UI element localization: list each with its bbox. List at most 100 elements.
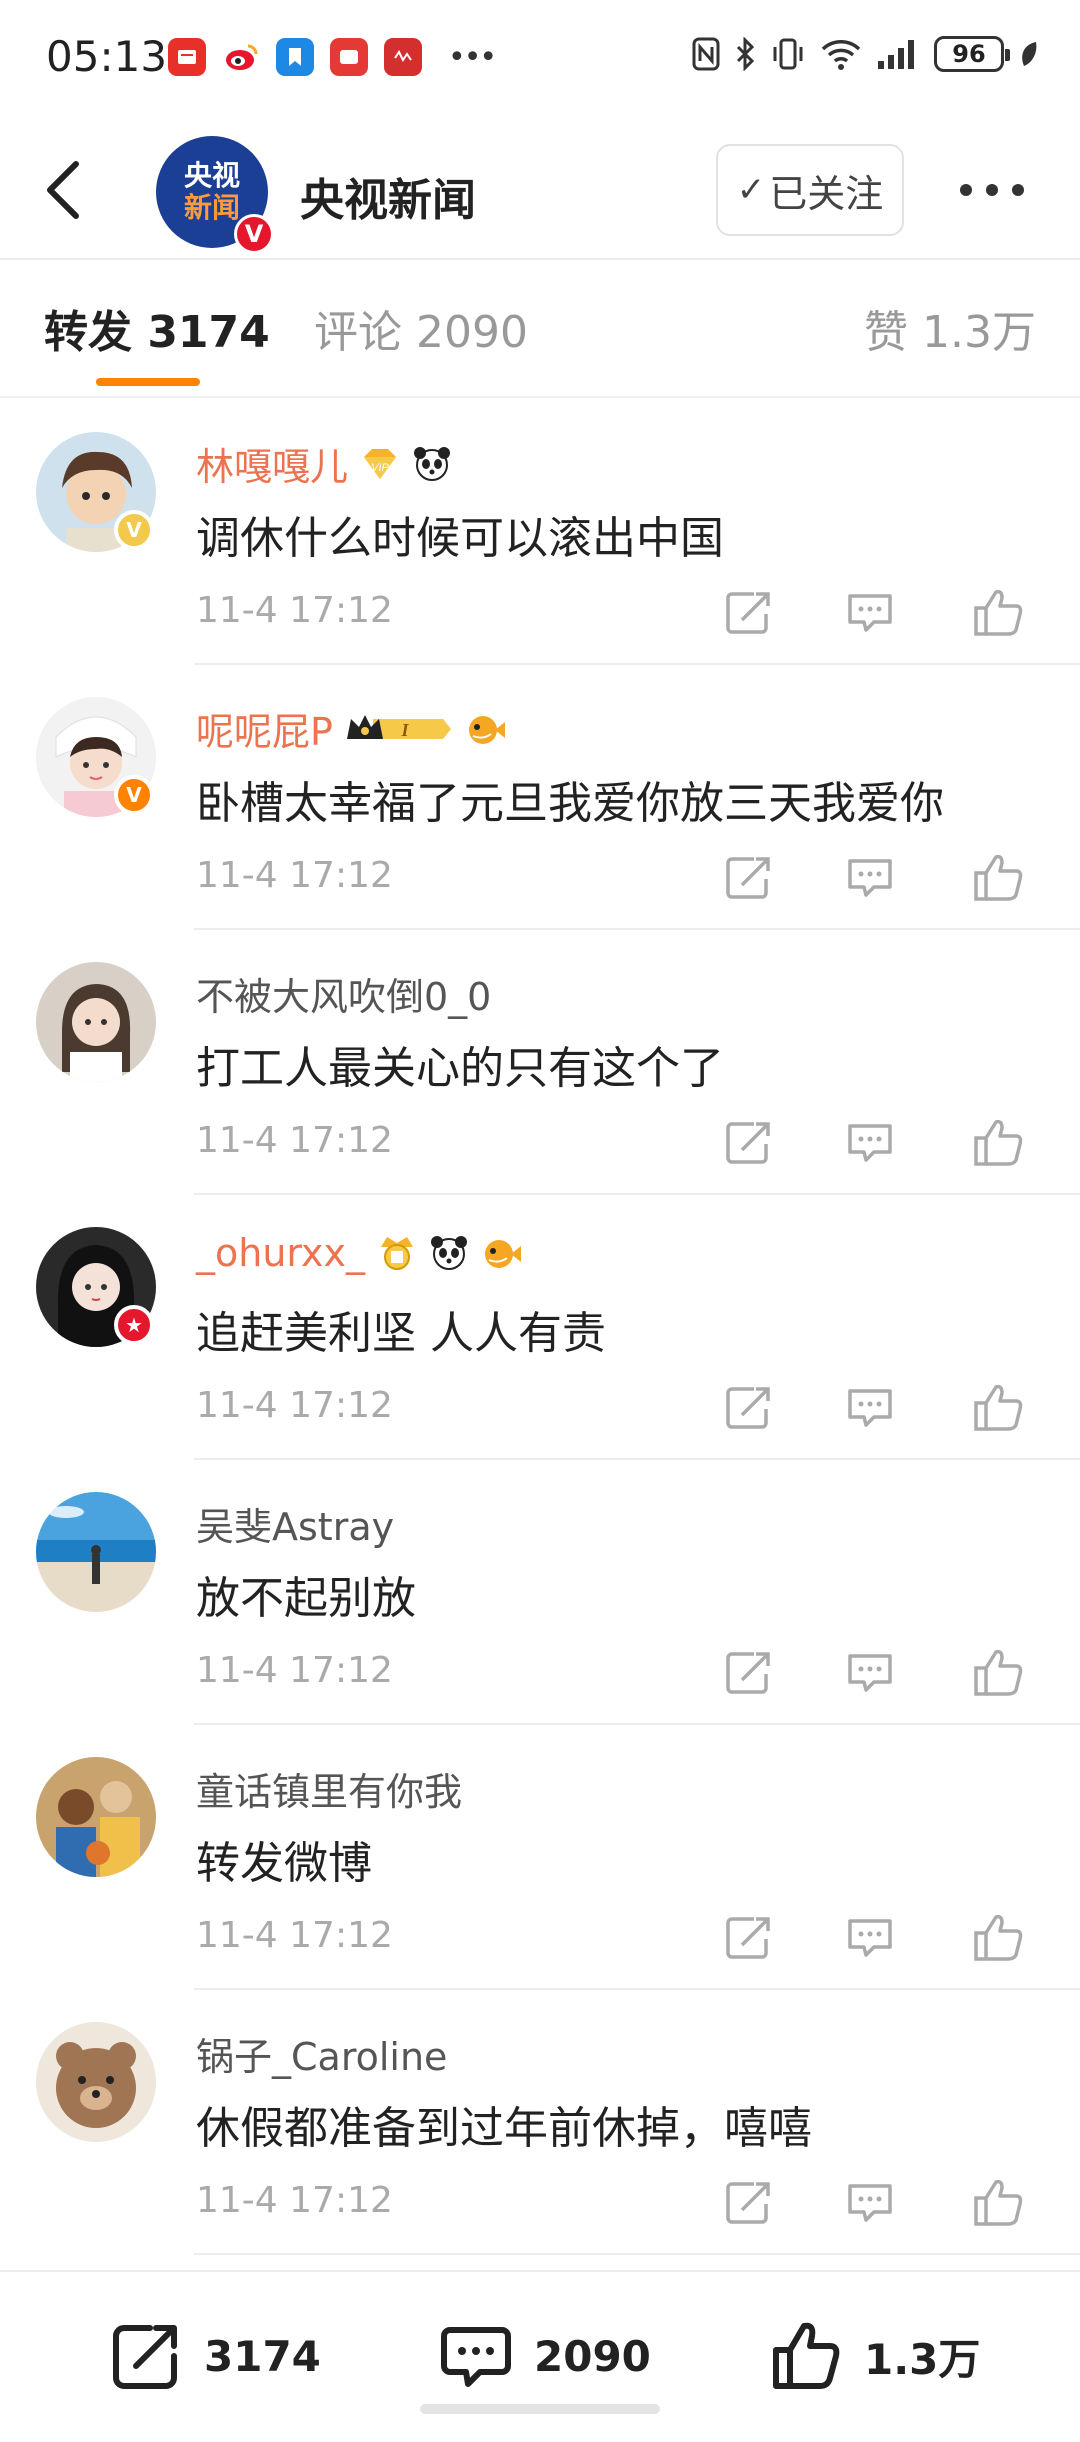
repost-username[interactable]: 锅子_Caroline	[196, 2026, 447, 2081]
share-button[interactable]	[720, 1644, 780, 1700]
avatar[interactable]	[36, 1757, 156, 1877]
username-text: 锅子_Caroline	[196, 2035, 448, 2079]
thumbs-up-icon	[773, 2322, 840, 2389]
comment-icon	[848, 2184, 892, 2222]
repost-username[interactable]: 童话镇里有你我	[196, 1761, 462, 1816]
repost-username[interactable]: 林嘎嘎儿 VIP	[196, 436, 452, 491]
wifi-icon	[821, 40, 861, 70]
repost-timestamp: 11-4 17:12	[196, 1385, 393, 1426]
header-divider	[0, 258, 1080, 260]
share-button[interactable]	[720, 2174, 780, 2230]
share-button[interactable]	[720, 1379, 780, 1435]
more-options-button[interactable]	[952, 160, 1032, 220]
share-button[interactable]	[720, 1909, 780, 1965]
avatar-logo-text-2: 新闻	[183, 191, 240, 224]
like-action-button[interactable]: 1.3万	[766, 2316, 980, 2396]
list-item: ★ _ohurxx_ 追赶美利坚 人人有责 11-4 17:12	[0, 1195, 1080, 1460]
pufferfish-icon	[479, 1234, 523, 1272]
follow-label: 已关注	[769, 171, 884, 216]
share-icon	[726, 2182, 770, 2224]
repost-text: 调休什么时候可以滚出中国	[196, 513, 724, 564]
thumbs-up-icon	[974, 1119, 1023, 1166]
like-button[interactable]	[968, 1909, 1028, 1965]
follow-button[interactable]: ✓ 已关注	[716, 144, 904, 236]
username-text: 呢呢屁P	[196, 710, 333, 754]
video-app-icon	[384, 38, 422, 76]
battery-indicator: 96	[934, 36, 1010, 72]
tabs-divider	[0, 396, 1080, 398]
repost-list: V 林嘎嘎儿 VIP 调休什么时候可以滚出中国 11-4 17:12 V 呢呢屁…	[0, 400, 1080, 2255]
comment-bubble-icon	[441, 2327, 511, 2387]
comment-action-button[interactable]: 2090	[436, 2316, 651, 2396]
repost-text: 休假都准备到过年前休掉，嘻嘻	[196, 2103, 812, 2154]
avatar[interactable]	[36, 962, 156, 1082]
repost-action-button[interactable]: 3174	[106, 2316, 321, 2396]
tab-reposts[interactable]: 转发 3174	[44, 296, 270, 360]
comment-button[interactable]	[840, 849, 900, 905]
repost-username[interactable]: _ohurxx_	[196, 1231, 523, 1275]
avatar[interactable]	[36, 2022, 156, 2142]
tab-likes[interactable]: 赞 1.3万	[864, 296, 1036, 360]
star-badge-icon: ★	[114, 1305, 154, 1345]
crown-medal-icon	[375, 1234, 419, 1272]
like-count: 1.3万	[864, 2334, 981, 2384]
vibrate-icon	[773, 38, 803, 70]
like-button[interactable]	[968, 584, 1028, 640]
crown-level-badge-icon: I	[343, 710, 453, 748]
list-item: 锅子_Caroline 休假都准备到过年前休掉，嘻嘻 11-4 17:12	[0, 1990, 1080, 2255]
home-indicator[interactable]	[420, 2404, 660, 2414]
chevron-left-icon	[47, 161, 79, 219]
tab-comments[interactable]: 评论 2090	[314, 296, 528, 360]
tab-bar: 转发 3174 评论 2090 赞 1.3万	[0, 262, 1080, 392]
repost-text: 打工人最关心的只有这个了	[196, 1043, 724, 1094]
share-icon	[726, 592, 770, 634]
panda-icon	[412, 445, 452, 483]
leaf-icon	[1022, 42, 1037, 66]
username-text: 林嘎嘎儿	[196, 445, 349, 489]
comment-button[interactable]	[840, 1379, 900, 1435]
share-button[interactable]	[720, 1114, 780, 1170]
status-bar: 05:13 ••• 96	[0, 0, 1080, 120]
share-button[interactable]	[720, 849, 780, 905]
repost-username[interactable]: 不被大风吹倒0_0	[196, 966, 491, 1021]
verified-badge-icon: V	[234, 214, 274, 254]
share-button[interactable]	[720, 584, 780, 640]
repost-timestamp: 11-4 17:12	[196, 1915, 393, 1956]
comment-button[interactable]	[840, 584, 900, 640]
like-button[interactable]	[968, 1379, 1028, 1435]
comment-icon	[848, 594, 892, 632]
message-app-icon	[330, 38, 368, 76]
vip-diamond-icon: VIP	[358, 445, 402, 483]
account-name[interactable]: 央视新闻	[300, 164, 476, 228]
news-app-icon	[168, 38, 206, 76]
comment-button[interactable]	[840, 1114, 900, 1170]
comment-icon	[848, 1389, 892, 1427]
check-icon: ✓	[736, 170, 766, 210]
like-button[interactable]	[968, 2174, 1028, 2230]
panda-icon	[429, 1234, 469, 1272]
like-button[interactable]	[968, 849, 1028, 905]
comment-button[interactable]	[840, 1909, 900, 1965]
like-button[interactable]	[968, 1644, 1028, 1700]
repost-username[interactable]: 呢呢屁P I	[196, 701, 507, 756]
back-button[interactable]	[36, 152, 96, 222]
list-item: 吴斐Astray 放不起别放 11-4 17:12	[0, 1460, 1080, 1725]
account-avatar[interactable]: 央视 新闻 V	[156, 136, 274, 254]
thumbs-up-icon	[974, 1384, 1023, 1431]
avatar[interactable]	[36, 1492, 156, 1612]
repost-timestamp: 11-4 17:12	[196, 590, 393, 631]
comment-button[interactable]	[840, 2174, 900, 2230]
repost-timestamp: 11-4 17:12	[196, 855, 393, 896]
username-text: 童话镇里有你我	[196, 1770, 463, 1814]
more-notifications-icon: •••	[448, 39, 497, 75]
row-divider	[194, 2253, 1080, 2255]
repost-timestamp: 11-4 17:12	[196, 1650, 393, 1691]
ellipsis-icon	[960, 184, 1024, 196]
comment-button[interactable]	[840, 1644, 900, 1700]
repost-timestamp: 11-4 17:12	[196, 2180, 393, 2221]
thumbs-up-icon	[974, 2179, 1023, 2226]
repost-text: 追赶美利坚 人人有责	[196, 1308, 606, 1359]
repost-username[interactable]: 吴斐Astray	[196, 1496, 394, 1551]
like-button[interactable]	[968, 1114, 1028, 1170]
repost-text: 放不起别放	[196, 1573, 416, 1624]
